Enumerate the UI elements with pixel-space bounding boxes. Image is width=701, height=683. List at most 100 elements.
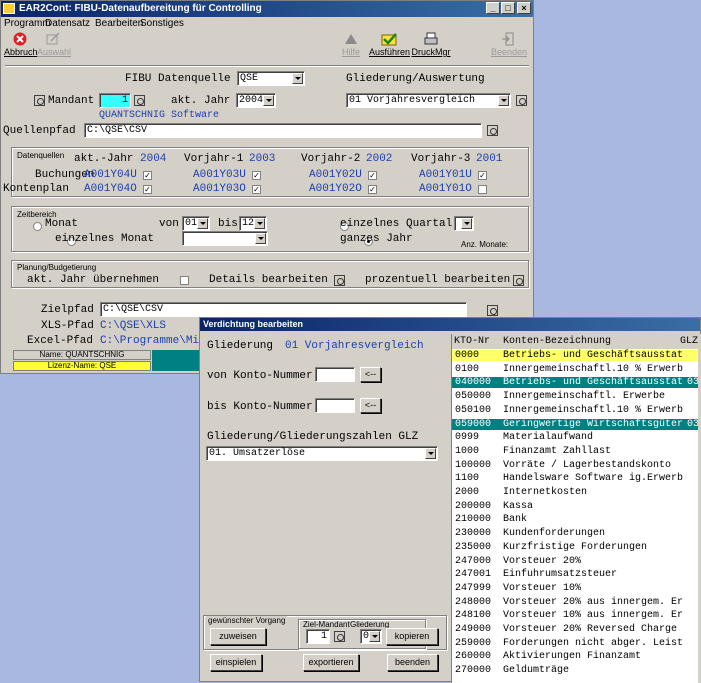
glz-select[interactable]: 01. Umsatzerlöse — [206, 446, 438, 461]
account-list[interactable]: KTO-Nr Konten-Bezeichnung GLZ 0000 Betrie… — [451, 334, 701, 683]
account-row[interactable]: 200000 Kassa — [452, 501, 701, 512]
einspielen-button[interactable]: einspielen — [210, 654, 262, 671]
bis-konto-label: bis Konto-Nummer — [207, 401, 313, 413]
account-row[interactable]: 059000 Geringwertige Wirtschaftsgüter 03 — [452, 418, 701, 430]
account-row[interactable]: 0100 Innergemeinschaftl.10 % Erwerb — [452, 364, 701, 375]
von-konto-arrow-button[interactable]: <-- — [360, 367, 381, 382]
menu-programm[interactable]: Programm — [4, 18, 51, 29]
von-label: von — [159, 218, 179, 230]
account-row[interactable]: 248100 Vorsteuer 10% aus innergem. Er — [452, 610, 701, 621]
hilfe-button[interactable]: Hilfe — [337, 32, 365, 64]
chevron-down-icon[interactable] — [292, 73, 303, 84]
account-kto: 100000 — [455, 459, 492, 471]
account-row[interactable]: 1000 Finanzamt Zahllast — [452, 446, 701, 457]
dlg-gliederung-value: 01 Vorjahresvergleich — [285, 340, 424, 352]
chevron-down-icon[interactable] — [461, 218, 472, 229]
prozentuell-bearbeiten-icon[interactable] — [513, 275, 524, 286]
kontenplan-checkbox-3[interactable]: ✓ — [368, 185, 377, 194]
auswahl-button[interactable]: Auswahl — [37, 32, 71, 64]
account-name: Vorsteuer 20% aus innergem. Er — [503, 596, 684, 608]
account-name: Kurzfristige Forderungen — [503, 541, 648, 553]
buchungen-source-4: A001Y01U — [419, 169, 472, 181]
account-row[interactable]: 050100 Innergemeinschaftl.10 % Erwerb — [452, 405, 701, 416]
minimize-icon[interactable]: _ — [486, 2, 500, 14]
maximize-icon[interactable]: □ — [501, 2, 515, 14]
ziel-mandant-input[interactable]: 1 — [306, 629, 330, 644]
chevron-down-icon[interactable] — [263, 95, 274, 106]
account-row[interactable]: 235000 Kurzfristige Forderungen — [452, 542, 701, 553]
zielpfad-input[interactable]: C:\QSE\CSV — [100, 302, 467, 317]
account-row[interactable]: 0000 Betriebs- und Geschäftsausstat — [452, 350, 701, 361]
account-row[interactable]: 1100 Handelsware Software ig.Erwerb — [452, 473, 701, 484]
kopieren-button[interactable]: kopieren — [386, 628, 438, 645]
quellenpfad-input[interactable]: C:\QSE\CSV — [84, 123, 482, 138]
ziel-mandant-lookup-icon[interactable] — [334, 631, 345, 642]
account-row[interactable]: 247999 Vorsteuer 10% — [452, 583, 701, 594]
details-bearbeiten-icon[interactable] — [334, 275, 345, 286]
chevron-down-icon[interactable] — [425, 448, 436, 459]
account-row[interactable]: 270000 Geldumträge — [452, 665, 701, 676]
kontenplan-checkbox-1[interactable]: ✓ — [143, 185, 152, 194]
von-konto-input[interactable] — [315, 367, 355, 382]
account-row[interactable]: 0999 Materialaufwand — [452, 432, 701, 443]
bis-konto-input[interactable] — [315, 398, 355, 413]
fibu-select[interactable]: QSE — [237, 71, 305, 86]
zielpfad-browse-icon[interactable] — [487, 305, 498, 316]
buchungen-checkbox-2[interactable]: ✓ — [252, 171, 261, 180]
account-row[interactable]: 247001 Einfuhrumsatzsteuer — [452, 569, 701, 580]
account-row[interactable]: 247000 Vorsteuer 20% — [452, 556, 701, 567]
chevron-down-icon[interactable] — [369, 631, 380, 642]
chevron-down-icon[interactable] — [255, 233, 266, 244]
einzelnes-monat-label: einzelnes Monat — [55, 233, 155, 245]
kontenplan-source-4: A001Y01O — [419, 183, 472, 195]
mandant-search-icon[interactable] — [134, 95, 145, 106]
account-row[interactable]: 249000 Vorsteuer 20% Reversed Charge — [452, 624, 701, 635]
account-row[interactable]: 2000 Internetkosten — [452, 487, 701, 498]
gliederung-lookup-icon[interactable] — [516, 95, 527, 106]
account-row[interactable]: 260000 Aktivierungen Finanzamt — [452, 651, 701, 662]
menu-bearbeiten[interactable]: Bearbeiten — [95, 18, 143, 29]
account-row[interactable]: 210000 Bank — [452, 514, 701, 525]
zuweisen-button[interactable]: zuweisen — [210, 628, 266, 645]
buchungen-checkbox-3[interactable]: ✓ — [368, 171, 377, 180]
buchungen-checkbox-1[interactable]: ✓ — [143, 171, 152, 180]
account-row[interactable]: 100000 Vorräte / Lagerbestandskonto — [452, 460, 701, 471]
account-row[interactable]: 040000 Betriebs- und Geschäftsausstat 03 — [452, 377, 701, 389]
beenden-button[interactable]: Beenden — [491, 32, 527, 64]
abbruch-button[interactable]: Abbruch — [4, 32, 38, 64]
ausfuehren-button[interactable]: Ausführen — [369, 32, 410, 64]
mandant-lookup-icon[interactable] — [34, 95, 45, 106]
monat-radio[interactable] — [33, 221, 42, 231]
von-monat-select[interactable]: 01 — [182, 216, 210, 231]
buchungen-checkbox-4[interactable]: ✓ — [478, 171, 487, 180]
dialog-titlebar[interactable]: Verdichtung bearbeiten — [200, 318, 700, 331]
bis-konto-arrow-button[interactable]: <-- — [360, 398, 381, 413]
beenden-dialog-button[interactable]: beenden — [387, 654, 438, 671]
account-row[interactable]: 050000 Innergemeinschaftl. Erwerbe — [452, 391, 701, 402]
kontenplan-checkbox-4[interactable] — [478, 185, 487, 194]
menu-datensatz[interactable]: Datensatz — [45, 18, 90, 29]
chevron-down-icon[interactable] — [197, 218, 208, 229]
chevron-down-icon[interactable] — [254, 218, 265, 229]
akt-jahr-uebernehmen-checkbox[interactable] — [180, 276, 189, 285]
kontenplan-checkbox-2[interactable]: ✓ — [252, 185, 261, 194]
close-icon[interactable]: × — [517, 2, 531, 14]
druckmgr-button[interactable]: DruckMgr — [411, 32, 451, 64]
main-titlebar[interactable]: EAR2Cont: FIBU-Datenaufbereitung für Con… — [1, 1, 533, 17]
account-row[interactable]: 230000 Kundenforderungen — [452, 528, 701, 539]
account-row[interactable]: 248000 Vorsteuer 20% aus innergem. Er — [452, 597, 701, 608]
bis-monat-select[interactable]: 12 — [239, 216, 267, 231]
account-row[interactable]: 259000 Forderungen nicht abger. Leist — [452, 638, 701, 649]
einzelnes-monat-select[interactable] — [182, 231, 268, 246]
gliederung-select[interactable]: 01 Vorjahresvergleich — [346, 93, 511, 108]
menu-sonstiges[interactable]: Sonstiges — [140, 18, 184, 29]
quellenpfad-browse-icon[interactable] — [487, 125, 498, 136]
chevron-down-icon[interactable] — [498, 95, 509, 106]
exportieren-button[interactable]: exportieren — [303, 654, 359, 671]
akt-jahr-select[interactable]: 2004 — [236, 93, 276, 108]
quartal-select[interactable] — [454, 216, 474, 231]
ziel-gliederung-select[interactable]: 01 — [360, 629, 382, 644]
mandant-input[interactable]: 1 — [99, 93, 131, 108]
col-vorjahr-2-year: 2002 — [366, 153, 393, 165]
account-kto: 247001 — [455, 569, 492, 581]
